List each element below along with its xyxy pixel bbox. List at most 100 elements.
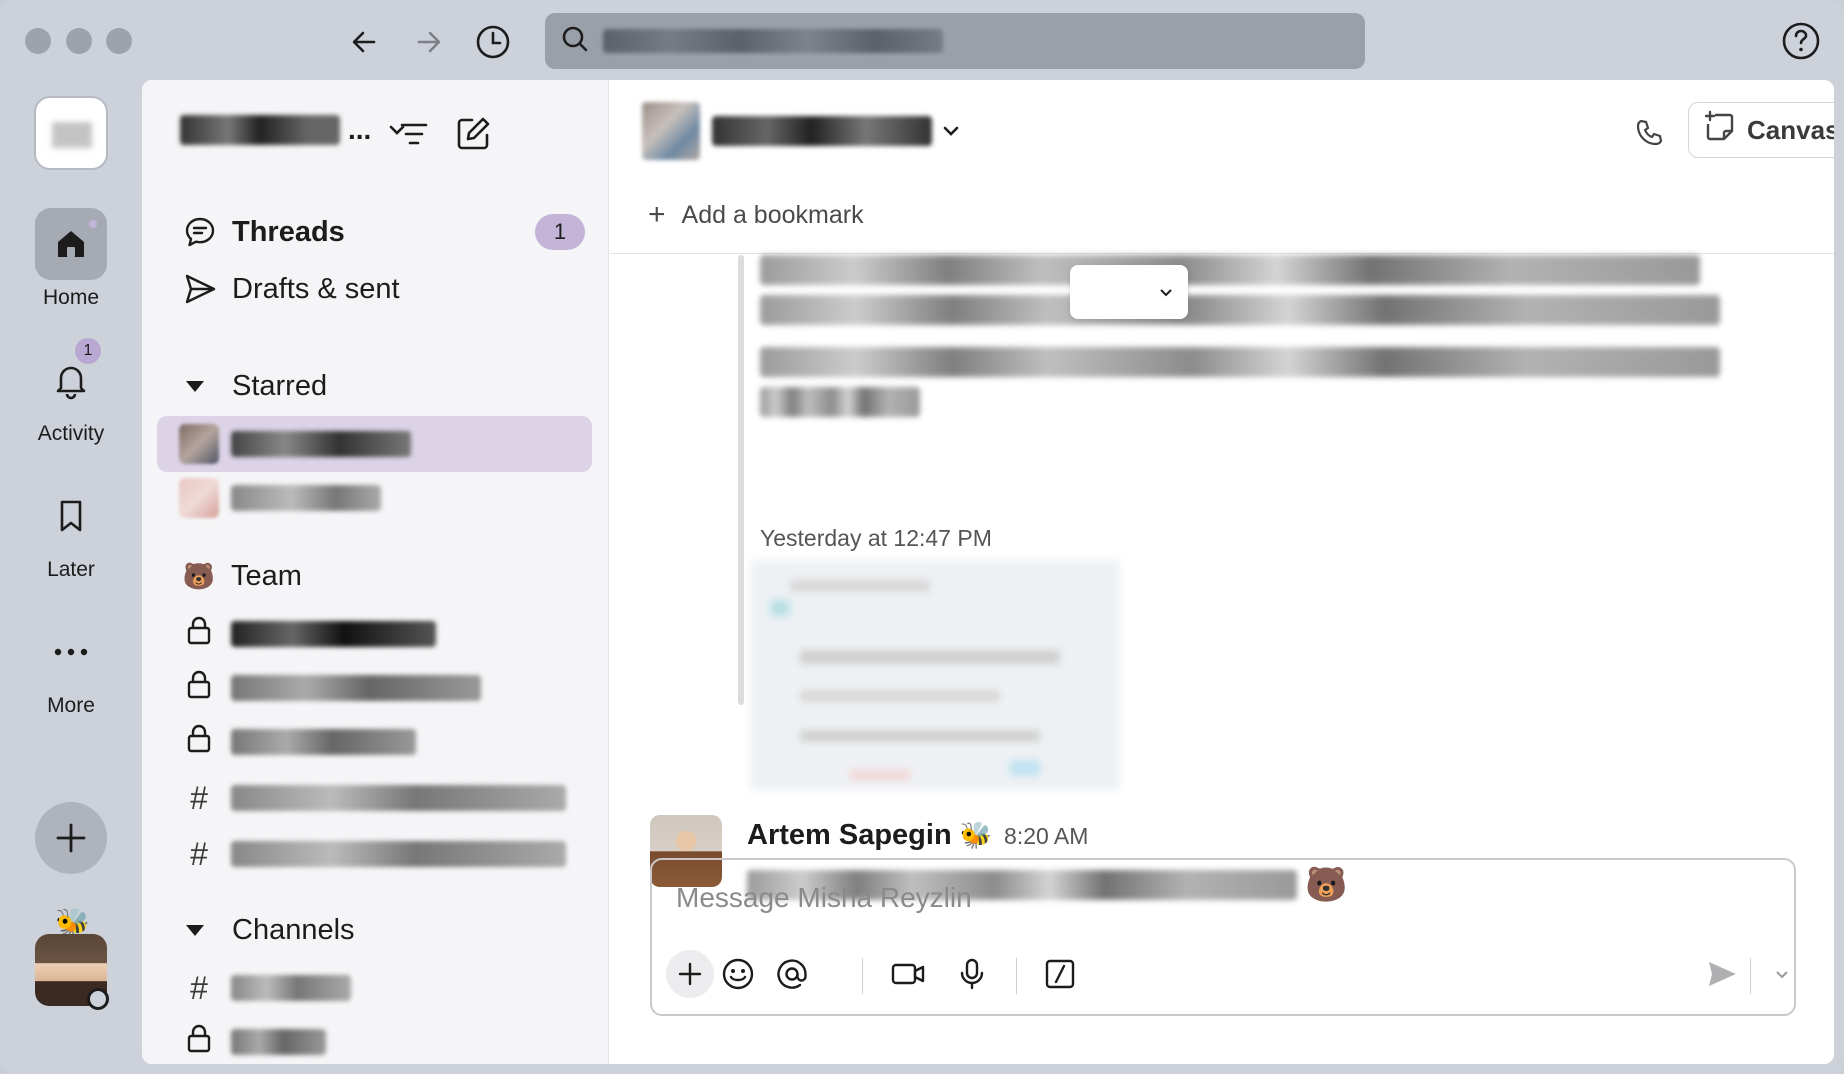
user-avatar-button[interactable]: 🐝 [35, 906, 109, 1010]
workspace-name-redacted [180, 115, 340, 145]
composer-input[interactable]: Message Misha Reyzlin [676, 882, 972, 914]
rail-label-more: More [47, 694, 95, 717]
search-query-redacted [603, 29, 943, 53]
send-icon[interactable] [1698, 950, 1746, 998]
ellipsis-text: ... [348, 114, 372, 145]
sidebar-item-private-channel-1[interactable] [157, 606, 592, 662]
sidebar-item-threads[interactable]: Threads [180, 207, 345, 257]
message-hover-pill[interactable] [1070, 265, 1188, 319]
canvas-icon [1703, 110, 1737, 151]
bell-icon: 1 [35, 336, 107, 416]
zoom-window-button[interactable] [106, 28, 132, 54]
toolbar-divider [1016, 958, 1017, 994]
forward-arrow-icon[interactable] [407, 20, 451, 64]
plus-icon: + [648, 198, 666, 231]
send-icon [180, 269, 220, 309]
plus-icon [56, 823, 86, 853]
close-window-button[interactable] [25, 28, 51, 54]
sidebar-item-dm-starred-2[interactable] [157, 470, 592, 526]
sidebar-item-drafts[interactable]: Drafts & sent [180, 264, 400, 314]
rail-item-later[interactable]: Later [0, 480, 142, 582]
microphone-icon[interactable] [948, 950, 996, 998]
bookmark-icon [35, 480, 107, 552]
canvas-button[interactable]: Canvas [1688, 102, 1834, 158]
workspace-icon[interactable] [34, 96, 108, 170]
phone-icon[interactable] [1622, 106, 1676, 160]
message-composer[interactable]: Message Misha Reyzlin [650, 858, 1796, 1016]
slash-command-icon[interactable] [1036, 950, 1084, 998]
rail-label-later: Later [47, 558, 95, 581]
redacted-text-line [760, 387, 920, 417]
chevron-down-icon [1160, 289, 1172, 297]
add-bookmark-button[interactable]: + Add a bookmark [648, 198, 864, 232]
send-options-chevron-icon[interactable] [1758, 950, 1806, 998]
rail-label-activity: Activity [37, 422, 105, 445]
message-list: Yesterday at 12:47 PM Artem Sapegin 🐝 8:… [610, 255, 1834, 904]
caret-down-icon [186, 925, 204, 936]
home-icon [35, 208, 107, 280]
conversation-name-button[interactable] [712, 116, 962, 146]
starred-heading: Starred [232, 370, 328, 402]
avatar [179, 424, 219, 464]
lock-icon [179, 1023, 219, 1061]
sidebar-item-team[interactable]: 🐻 Team [157, 548, 592, 604]
sidebar-item-private-channel-2[interactable] [157, 660, 592, 716]
redacted-text-line [760, 255, 1700, 285]
activity-badge: 1 [73, 336, 103, 366]
rail-item-more[interactable]: More [0, 616, 142, 718]
sidebar-item-channel-2[interactable]: # [157, 826, 592, 882]
sidebar-item-channel-1[interactable]: # [157, 770, 592, 826]
toolbar-divider [862, 958, 863, 994]
main-panel: ... Threads 1 Drafts & sent Starred 🐻 Te… [142, 80, 1834, 1064]
conversation-header: Canvas + Add a bookmark [610, 80, 1834, 254]
question-circle-icon[interactable] [1780, 20, 1822, 62]
back-arrow-icon[interactable] [342, 20, 386, 64]
message-author[interactable]: Artem Sapegin [747, 819, 952, 852]
redacted-text-line [760, 347, 1720, 377]
conversation-name-redacted [712, 116, 932, 146]
threads-icon [180, 212, 220, 252]
sidebar-item-private-channel-3[interactable] [157, 714, 592, 770]
conversation-pane: Canvas + Add a bookmark Yesterday at 12:… [610, 80, 1834, 1064]
section-starred[interactable]: Starred [186, 370, 327, 403]
search-icon [561, 25, 589, 58]
video-icon[interactable] [884, 950, 932, 998]
channel-name-redacted [231, 785, 566, 811]
lock-icon [179, 669, 219, 707]
team-label: Team [231, 559, 302, 592]
quote-bar [738, 255, 744, 705]
presence-indicator [87, 988, 109, 1010]
rail-item-home[interactable]: Home [0, 208, 142, 310]
attach-plus-icon[interactable] [666, 950, 714, 998]
workspace-name-button[interactable]: ... [180, 114, 409, 146]
channel-name-redacted [231, 675, 481, 701]
unread-dot [87, 218, 99, 230]
app-window: Home 1 Activity Later More 🐝 ... Threads… [0, 0, 1844, 1074]
history-clock-icon[interactable] [471, 20, 515, 64]
channel-name-redacted [231, 621, 436, 647]
mention-icon[interactable] [768, 950, 816, 998]
canvas-label: Canvas [1747, 114, 1834, 145]
lock-icon [179, 615, 219, 653]
title-bar [0, 0, 1844, 80]
compose-icon[interactable] [449, 110, 497, 158]
search-bar[interactable] [545, 13, 1365, 69]
emoji-icon[interactable] [714, 950, 762, 998]
rail-item-activity[interactable]: 1 Activity [0, 336, 142, 446]
threads-badge: 1 [535, 214, 585, 250]
minimize-window-button[interactable] [66, 28, 92, 54]
image-attachment[interactable] [750, 560, 1120, 790]
filter-icon[interactable] [390, 110, 438, 158]
hash-icon: # [190, 969, 208, 1006]
dm-name-redacted [231, 485, 381, 511]
channel-sidebar: ... Threads 1 Drafts & sent Starred 🐻 Te… [142, 80, 609, 1064]
section-channels[interactable]: Channels [186, 914, 355, 947]
add-workspace-button[interactable] [35, 802, 107, 874]
sidebar-item-channel-3[interactable]: # [157, 960, 592, 1016]
sidebar-item-dm-starred-1[interactable] [157, 416, 592, 472]
avatar [179, 478, 219, 518]
message-header: Artem Sapegin 🐝 8:20 AM [747, 819, 1088, 852]
lock-icon [179, 723, 219, 761]
message-time[interactable]: 8:20 AM [1004, 823, 1088, 850]
sidebar-item-private-channel-4[interactable] [157, 1014, 592, 1064]
